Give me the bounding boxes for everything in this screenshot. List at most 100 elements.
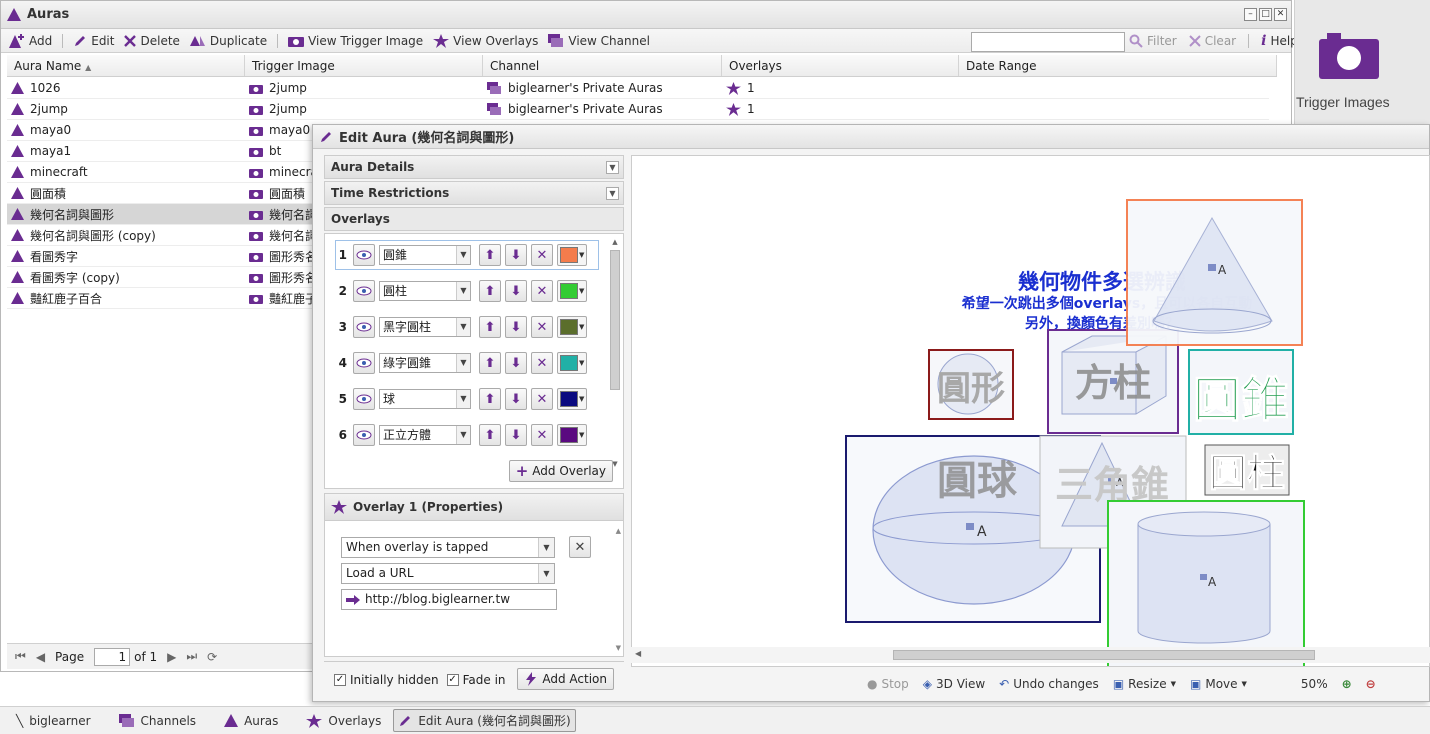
- overlay-select[interactable]: 正立方體 ▼: [379, 425, 471, 445]
- help-button[interactable]: i Help: [1261, 33, 1298, 49]
- move-up-button[interactable]: ⬆: [479, 244, 501, 266]
- overlay-row[interactable]: 2 圓柱 ▼ ⬆ ⬇ ✕ ▼: [337, 276, 597, 306]
- column-channel[interactable]: Channel: [483, 55, 722, 76]
- refresh-icon[interactable]: ⟳: [207, 650, 217, 664]
- move-up-button[interactable]: ⬆: [479, 352, 501, 374]
- black-cylinder-overlay[interactable]: 圓柱: [1204, 444, 1290, 496]
- view-trigger-image-button[interactable]: View Trigger Image: [288, 34, 423, 48]
- maximize-button[interactable]: □: [1259, 8, 1272, 21]
- column-date-range[interactable]: Date Range: [959, 55, 1277, 76]
- overlay-select[interactable]: 圓柱 ▼: [379, 281, 471, 301]
- taskbar-overlays[interactable]: Overlays: [306, 713, 381, 728]
- expand-icon[interactable]: ▼: [606, 161, 619, 174]
- next-page-icon[interactable]: ▶: [167, 650, 176, 664]
- color-picker[interactable]: ▼: [557, 388, 587, 410]
- taskbar-auras[interactable]: Auras: [224, 714, 278, 728]
- table-row[interactable]: 2jump 2jump biglearner's Private Auras 1: [7, 99, 1269, 120]
- color-picker[interactable]: ▼: [557, 280, 587, 302]
- move-down-button[interactable]: ⬇: [505, 352, 527, 374]
- canvas-hscrollbar[interactable]: ◀: [631, 647, 1430, 663]
- filter-button[interactable]: Filter: [1129, 34, 1177, 48]
- url-field[interactable]: http://blog.biglearner.tw: [341, 589, 557, 610]
- action-trigger-select[interactable]: When overlay is tapped ▼: [341, 537, 555, 558]
- accordion-aura-details[interactable]: Aura Details ▼: [324, 155, 624, 179]
- color-picker[interactable]: ▼: [557, 352, 587, 374]
- first-page-icon[interactable]: ⏮: [15, 649, 26, 664]
- 3d-view-button[interactable]: ◈ 3D View: [923, 677, 985, 691]
- cone-overlay[interactable]: A: [1126, 199, 1303, 346]
- overlay-list-scrollbar[interactable]: ▲ ▼: [609, 238, 621, 468]
- overlay-properties-header[interactable]: Overlay 1 (Properties): [324, 493, 624, 521]
- action-type-select[interactable]: Load a URL ▼: [341, 563, 555, 584]
- remove-overlay-button[interactable]: ✕: [531, 388, 553, 410]
- remove-overlay-button[interactable]: ✕: [531, 244, 553, 266]
- circle-overlay[interactable]: 圓形: [928, 349, 1014, 420]
- add-overlay-button[interactable]: + Add Overlay: [508, 460, 613, 482]
- overlay-row[interactable]: 3 黑字圓柱 ▼ ⬆ ⬇ ✕ ▼: [337, 312, 597, 342]
- resize-button[interactable]: ▣ Resize ▼: [1113, 677, 1176, 691]
- remove-overlay-button[interactable]: ✕: [531, 316, 553, 338]
- accordion-overlays[interactable]: Overlays: [324, 207, 624, 231]
- add-action-button[interactable]: Add Action: [517, 668, 614, 690]
- close-button[interactable]: ✕: [1274, 8, 1287, 21]
- remove-overlay-button[interactable]: ✕: [531, 280, 553, 302]
- color-picker[interactable]: ▼: [557, 316, 587, 338]
- zoom-out-icon[interactable]: ⊖: [1366, 677, 1376, 691]
- overlay-select[interactable]: 黑字圓柱 ▼: [379, 317, 471, 337]
- overlay-select[interactable]: 圓錐 ▼: [379, 245, 471, 265]
- table-row[interactable]: 1026 2jump biglearner's Private Auras 1: [7, 78, 1269, 99]
- overlay-select[interactable]: 球 ▼: [379, 389, 471, 409]
- undo-button[interactable]: ↶ Undo changes: [999, 677, 1099, 691]
- overlay-canvas[interactable]: A 圓球 A 三角錐 幾何物件多選辨識 希望一次跳出多個overlays，且可以…: [631, 155, 1430, 667]
- column-aura-name[interactable]: Aura Name ▲: [7, 55, 245, 76]
- column-overlays[interactable]: Overlays: [722, 55, 959, 76]
- accordion-time-restrictions[interactable]: Time Restrictions ▼: [324, 181, 624, 205]
- delete-button[interactable]: Delete: [124, 34, 180, 48]
- visibility-toggle[interactable]: [353, 388, 375, 410]
- move-up-button[interactable]: ⬆: [479, 388, 501, 410]
- filter-input[interactable]: [971, 32, 1125, 52]
- remove-overlay-button[interactable]: ✕: [531, 352, 553, 374]
- move-button[interactable]: ▣ Move ▼: [1190, 677, 1247, 691]
- remove-overlay-button[interactable]: ✕: [531, 424, 553, 446]
- prev-page-icon[interactable]: ◀: [36, 650, 45, 664]
- visibility-toggle[interactable]: [353, 316, 375, 338]
- clear-button[interactable]: Clear: [1189, 34, 1236, 48]
- green-cone-overlay[interactable]: 圓錐: [1188, 349, 1294, 435]
- move-up-button[interactable]: ⬆: [479, 316, 501, 338]
- move-down-button[interactable]: ⬇: [505, 316, 527, 338]
- overlay-row[interactable]: 4 綠字圓錐 ▼ ⬆ ⬇ ✕ ▼: [337, 348, 597, 378]
- edit-button[interactable]: Edit: [73, 34, 114, 48]
- minimize-button[interactable]: –: [1244, 8, 1257, 21]
- overlay-select[interactable]: 綠字圓錐 ▼: [379, 353, 471, 373]
- taskbar-edit-aura[interactable]: Edit Aura (幾何名詞與圖形): [393, 709, 576, 732]
- zoom-in-icon[interactable]: ⊕: [1342, 677, 1352, 691]
- add-button[interactable]: Add: [9, 33, 52, 48]
- overlay-row[interactable]: 1 圓錐 ▼ ⬆ ⬇ ✕ ▼: [335, 240, 599, 270]
- overlay-row[interactable]: 6 正立方體 ▼ ⬆ ⬇ ✕ ▼: [337, 420, 597, 450]
- remove-action-button[interactable]: ✕: [569, 536, 591, 558]
- move-down-button[interactable]: ⬇: [505, 280, 527, 302]
- stop-button[interactable]: ● Stop: [867, 677, 909, 691]
- color-picker[interactable]: ▼: [557, 424, 587, 446]
- move-down-button[interactable]: ⬇: [505, 424, 527, 446]
- visibility-toggle[interactable]: [353, 280, 375, 302]
- taskbar-channels[interactable]: Channels: [118, 713, 196, 728]
- overlay-row[interactable]: 5 球 ▼ ⬆ ⬇ ✕ ▼: [337, 384, 597, 414]
- expand-icon[interactable]: ▼: [606, 187, 619, 200]
- column-trigger-image[interactable]: Trigger Image: [245, 55, 483, 76]
- move-up-button[interactable]: ⬆: [479, 424, 501, 446]
- props-scroll-up[interactable]: ▲: [616, 527, 621, 535]
- move-up-button[interactable]: ⬆: [479, 280, 501, 302]
- cylinder-overlay[interactable]: A: [1107, 500, 1305, 667]
- visibility-toggle[interactable]: [353, 244, 375, 266]
- last-page-icon[interactable]: ⏭: [186, 649, 197, 664]
- color-picker[interactable]: ▼: [557, 244, 587, 266]
- visibility-toggle[interactable]: [353, 352, 375, 374]
- duplicate-button[interactable]: Duplicate: [189, 34, 267, 48]
- move-down-button[interactable]: ⬇: [505, 388, 527, 410]
- taskbar-user[interactable]: ╲ biglearner: [16, 714, 91, 728]
- initially-hidden-checkbox[interactable]: ✓ Initially hidden: [334, 673, 439, 687]
- view-channel-button[interactable]: View Channel: [548, 33, 650, 48]
- move-down-button[interactable]: ⬇: [505, 244, 527, 266]
